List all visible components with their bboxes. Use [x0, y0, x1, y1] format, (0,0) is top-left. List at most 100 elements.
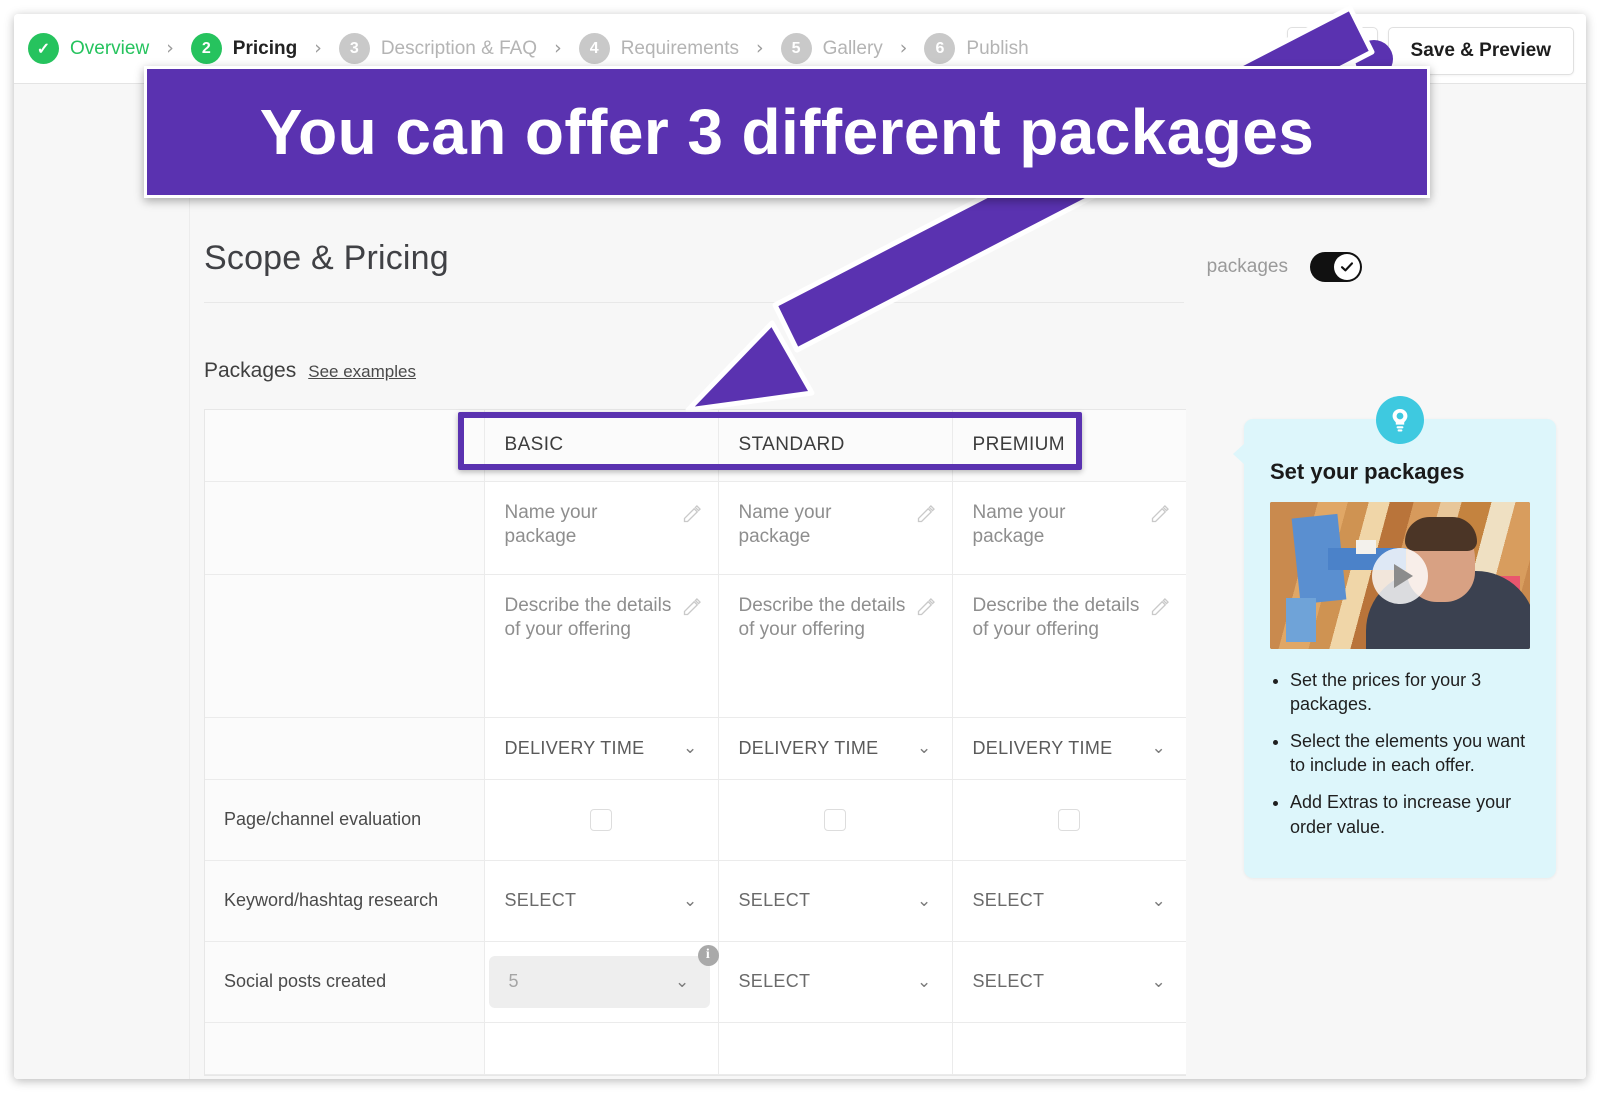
pencil-icon-basic-name — [683, 504, 701, 522]
chevron-down-icon-keyword-premium: ⌄ — [1151, 890, 1166, 911]
package-description-standard-cell[interactable]: Describe the details of your offering — [718, 574, 953, 718]
chevron-down-icon-delivery-premium: ⌄ — [1151, 738, 1166, 758]
checkbox-page-channel-premium[interactable] — [1058, 808, 1081, 831]
keyword-research-standard-cell[interactable]: SELECT ⌄ — [718, 860, 953, 942]
tip-bullet-3: Add Extras to increase your order value. — [1290, 790, 1530, 838]
package-description-premium-cell[interactable]: Describe the details of your offering — [952, 574, 1186, 718]
packages-table: BASIC STANDARD PREMIUM Name your package… — [204, 409, 1186, 1076]
partial-basic-cell[interactable] — [484, 1022, 719, 1075]
lightbulb-icon — [1376, 396, 1424, 444]
checkbox-page-channel-standard[interactable] — [824, 808, 846, 831]
page-channel-premium-cell[interactable] — [952, 779, 1186, 861]
package-name-row-label — [205, 481, 485, 575]
step-pricing-badge: 2 — [190, 33, 222, 64]
pencil-icon-standard-desc — [917, 597, 935, 615]
packages-heading-row: Packages See examples — [204, 359, 416, 383]
pencil-icon-premium-desc — [1151, 597, 1169, 615]
thumbnail-shape-4 — [1356, 540, 1376, 554]
page-channel-basic-cell[interactable] — [484, 779, 719, 861]
step-publish-label: Publish — [966, 37, 1029, 59]
delivery-time-premium-cell[interactable]: DELIVERY TIME ⌄ — [952, 717, 1186, 780]
package-description-standard-input[interactable]: Describe the details of your offering — [739, 594, 908, 643]
package-description-basic-cell[interactable]: Describe the details of your offering — [484, 574, 719, 718]
screenshot-root: ✓ Overview › 2 Pricing › 3 Description &… — [0, 0, 1600, 1093]
package-name-basic-cell[interactable]: Name your package — [484, 481, 719, 575]
step-overview-badge: ✓ — [28, 33, 59, 64]
packages-toggle-row: packages — [1207, 252, 1362, 282]
delivery-time-basic-cell[interactable]: DELIVERY TIME ⌄ — [484, 717, 719, 780]
title-divider — [204, 302, 1184, 303]
see-examples-link[interactable]: See examples — [308, 362, 416, 382]
info-icon-social-posts[interactable]: i — [697, 944, 719, 966]
pencil-icon-premium-name — [1151, 504, 1169, 522]
pencil-icon-standard-name — [917, 504, 935, 522]
tip-card: Set your packages • Set the prices for y… — [1233, 396, 1556, 878]
table-row-partial — [205, 1022, 1186, 1075]
step-pricing-label: Pricing — [232, 37, 298, 59]
step-gallery-badge: 5 — [780, 33, 812, 64]
step-requirements[interactable]: 4 Requirements — [578, 33, 739, 64]
step-overview[interactable]: ✓ Overview — [28, 33, 149, 64]
keyword-research-standard-value: SELECT — [738, 890, 811, 910]
package-description-row-label — [205, 574, 485, 718]
package-name-standard-input[interactable]: Name your package — [739, 501, 908, 550]
social-posts-premium-value: SELECT — [972, 971, 1045, 991]
step-publish[interactable]: 6 Publish — [924, 33, 1029, 64]
annotation-banner-text: You can offer 3 different packages — [259, 96, 1315, 168]
package-description-basic-input[interactable]: Describe the details of your offering — [505, 594, 674, 643]
chevron-down-icon-delivery-standard: ⌄ — [916, 738, 932, 758]
table-row-keyword-hashtag-research: Keyword/hashtag research SELECT ⌄ SELECT… — [205, 860, 1186, 942]
row-label-social-posts-created: Social posts created — [205, 941, 485, 1023]
tip-bullet-2: Select the elements you want to include … — [1290, 729, 1530, 777]
delivery-time-row: DELIVERY TIME ⌄ DELIVERY TIME ⌄ DELIVERY… — [205, 717, 1186, 780]
content-column: Scope & Pricing packages Packages See ex… — [190, 84, 1586, 1079]
play-button-icon[interactable] — [1372, 547, 1428, 604]
packages-label: Packages — [204, 359, 297, 382]
chevron-down-icon-social-standard: ⌄ — [916, 971, 932, 992]
package-name-basic-input[interactable]: Name your package — [505, 501, 674, 550]
checkbox-page-channel-basic[interactable] — [590, 808, 612, 831]
annotation-highlight-box — [458, 412, 1082, 470]
package-name-premium-cell[interactable]: Name your package — [952, 481, 1186, 575]
step-description-faq[interactable]: 3 Description & FAQ — [338, 33, 538, 64]
step-gallery[interactable]: 5 Gallery — [780, 33, 883, 64]
social-posts-standard-cell[interactable]: SELECT ⌄ — [718, 941, 953, 1023]
step-publish-badge: 6 — [924, 33, 956, 64]
social-posts-basic-cell[interactable]: 5 ⌄ i — [484, 941, 719, 1023]
left-gutter — [14, 84, 190, 1079]
packages-toggle-label: packages — [1206, 256, 1288, 277]
chevron-right-icon-3: › — [554, 37, 562, 59]
social-posts-basic-value: 5 — [508, 971, 519, 991]
social-posts-premium-cell[interactable]: SELECT ⌄ — [952, 941, 1186, 1023]
step-description-faq-badge: 3 — [338, 33, 370, 64]
chevron-down-icon-social-basic: ⌄ — [674, 971, 690, 992]
table-row-page-channel-evaluation: Page/channel evaluation — [205, 779, 1186, 861]
delivery-time-standard-cell[interactable]: DELIVERY TIME ⌄ — [718, 717, 953, 780]
packages-toggle[interactable] — [1310, 252, 1362, 282]
page-title: Scope & Pricing — [204, 239, 449, 277]
package-name-premium-input[interactable]: Name your package — [973, 501, 1143, 550]
partial-standard-cell[interactable] — [718, 1022, 953, 1075]
package-name-standard-cell[interactable]: Name your package — [718, 481, 953, 575]
package-name-row: Name your package Name your package Name… — [205, 481, 1186, 575]
page-channel-standard-cell[interactable] — [718, 779, 953, 861]
step-gallery-label: Gallery — [822, 37, 883, 59]
package-description-premium-input[interactable]: Describe the details of your offering — [973, 594, 1143, 643]
page-body: Scope & Pricing packages Packages See ex… — [14, 84, 1586, 1079]
step-description-faq-label: Description & FAQ — [380, 37, 538, 59]
chevron-down-icon-delivery-basic: ⌄ — [682, 738, 698, 758]
keyword-research-basic-value: SELECT — [504, 890, 577, 910]
tip-bullet-1: Set the prices for your 3 packages. — [1290, 668, 1530, 716]
annotation-banner: You can offer 3 different packages — [144, 66, 1430, 198]
chevron-right-icon-2: › — [314, 37, 322, 59]
step-pricing[interactable]: 2 Pricing — [190, 33, 298, 64]
keyword-research-premium-cell[interactable]: SELECT ⌄ — [952, 860, 1186, 942]
tip-video-thumbnail[interactable] — [1270, 502, 1530, 649]
chevron-down-icon-keyword-basic: ⌄ — [682, 890, 698, 911]
delivery-time-standard-label: DELIVERY TIME — [738, 737, 879, 758]
partial-premium-cell[interactable] — [952, 1022, 1186, 1075]
step-requirements-badge: 4 — [578, 33, 610, 64]
step-requirements-label: Requirements — [620, 37, 739, 59]
row-label-keyword-hashtag-research: Keyword/hashtag research — [205, 860, 485, 942]
keyword-research-basic-cell[interactable]: SELECT ⌄ — [484, 860, 719, 942]
